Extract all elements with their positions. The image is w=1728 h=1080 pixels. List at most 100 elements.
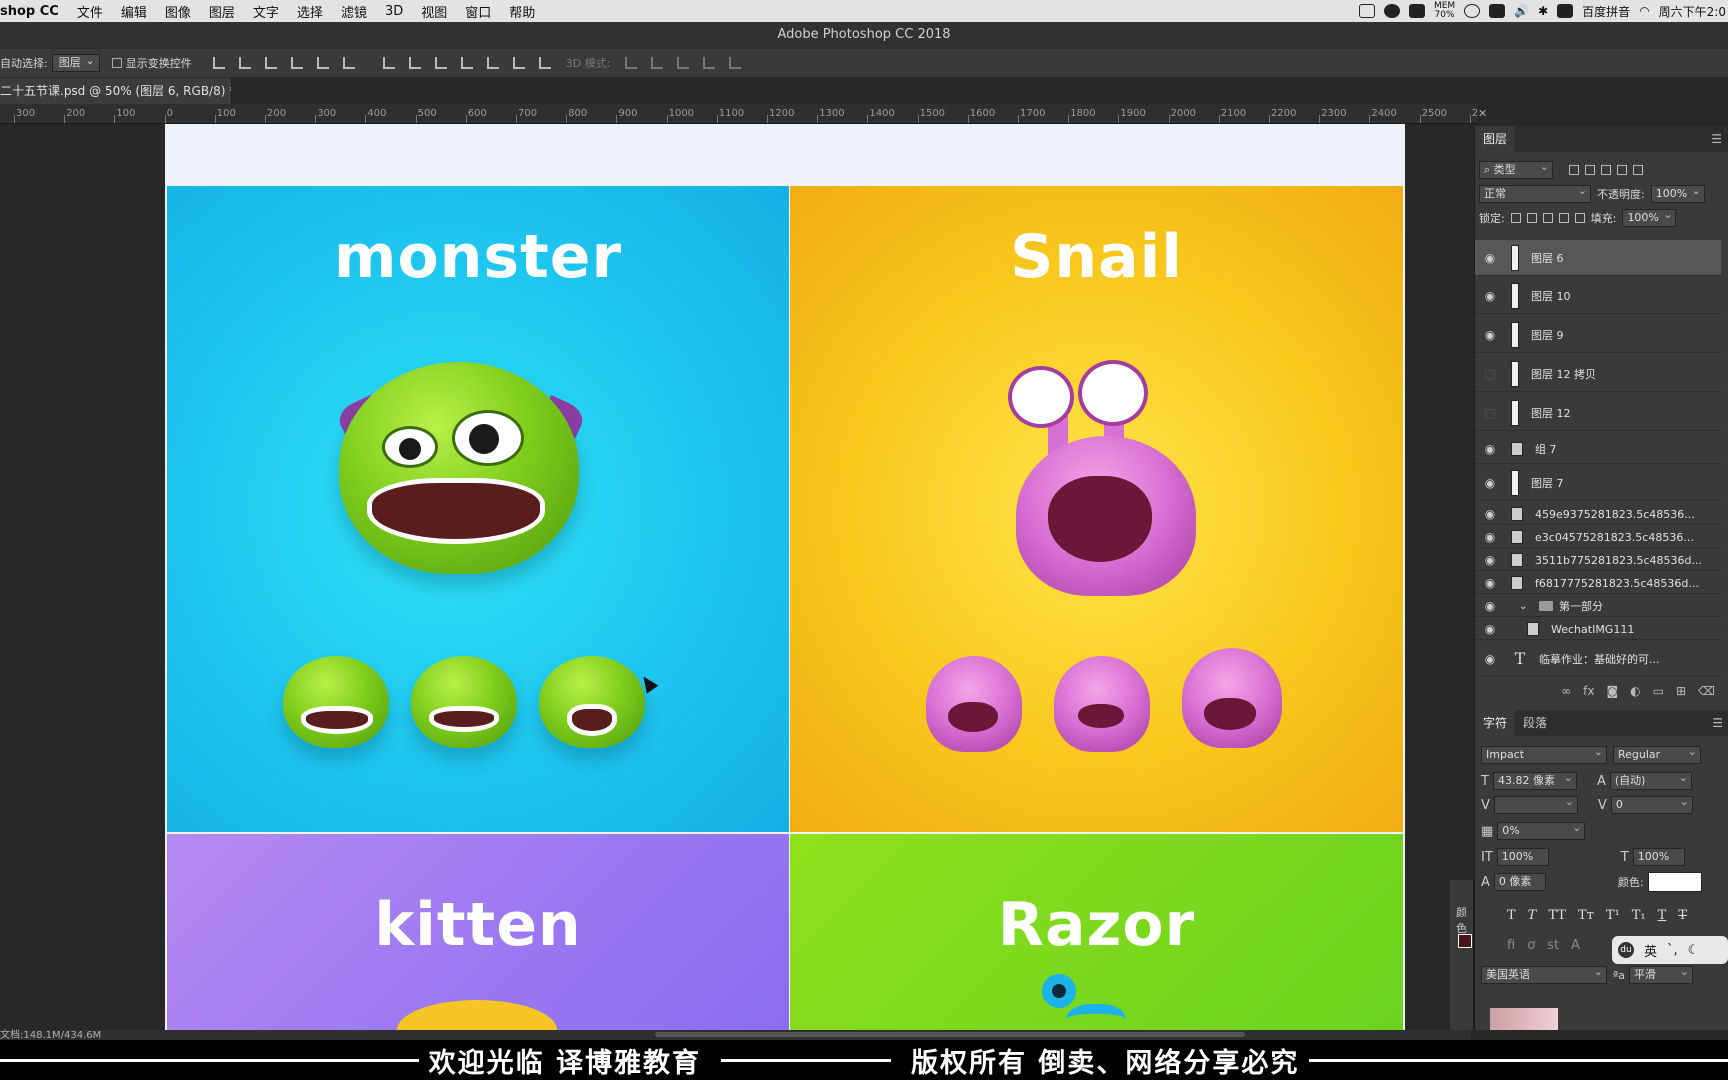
horizontal-scale-input[interactable]: 100% (1632, 848, 1685, 866)
fx-icon[interactable]: fx (1583, 684, 1594, 698)
menu-view[interactable]: 视图 (421, 2, 447, 21)
bluetooth-icon[interactable]: ✱ (1538, 4, 1548, 18)
link-icon[interactable]: ∞ (1561, 684, 1571, 698)
visibility-eye-icon[interactable]: ◉ (1475, 622, 1505, 636)
discretionary-lig-button[interactable]: ơ (1527, 938, 1535, 953)
filter-pixel-icon[interactable] (1569, 165, 1579, 175)
baseline-shift-input[interactable]: 0 像素 (1493, 873, 1546, 891)
menu-filter[interactable]: 滤镜 (341, 2, 367, 21)
document-canvas[interactable]: monster Snail kitten Razor (165, 124, 1405, 1030)
panel-menu-icon[interactable]: ☰ (1712, 716, 1723, 730)
lock-artboard-icon[interactable] (1558, 213, 1569, 223)
kerning-input[interactable] (1493, 794, 1578, 814)
font-style-dropdown[interactable]: Regular (1613, 744, 1701, 764)
layer-filter-dropdown[interactable]: ⌕ 类型 (1479, 159, 1553, 179)
creative-cloud-icon[interactable] (1464, 4, 1481, 18)
all-caps-button[interactable]: TT (1548, 908, 1566, 923)
new-layer-icon[interactable]: ⊞ (1676, 684, 1686, 698)
menu-image[interactable]: 图像 (165, 2, 191, 21)
layer-row[interactable]: ◉ 图层 9 (1475, 317, 1721, 353)
visibility-eye-icon[interactable]: ◉ (1475, 442, 1505, 456)
text-layer-row[interactable]: ◉ T 临摹作业：基础好的可... (1475, 642, 1721, 676)
distribute-top-icon[interactable] (382, 57, 395, 69)
distribute-vcenter-icon[interactable] (408, 57, 421, 69)
antialias-dropdown[interactable]: 平滑 (1628, 964, 1693, 984)
layer-row[interactable]: ◉ 459e9375281823.5c48536... (1475, 504, 1721, 525)
opacity-input[interactable]: 100% (1650, 183, 1705, 203)
group-row[interactable]: ◉ ⌄ 第一部分 (1475, 596, 1721, 617)
stylistic-alt-button[interactable]: A (1571, 938, 1580, 953)
align-top-icon[interactable] (212, 57, 225, 69)
menu-file[interactable]: 文件 (77, 2, 103, 21)
faux-bold-button[interactable]: T (1507, 908, 1516, 923)
filter-adjust-icon[interactable] (1585, 165, 1595, 175)
font-size-input[interactable]: 43.82 像素 (1492, 770, 1577, 790)
close-icon[interactable]: ✕ (1478, 104, 1490, 124)
layer-row[interactable]: ◉ 3511b775281823.5c48536d... (1475, 550, 1721, 571)
layer-row[interactable]: ◉ e3c04575281823.5c48536... (1475, 527, 1721, 548)
menu-edit[interactable]: 编辑 (121, 2, 147, 21)
underline-button[interactable]: T (1658, 908, 1667, 923)
adjustment-icon[interactable]: ◐ (1630, 684, 1640, 698)
align-right-icon[interactable] (342, 57, 355, 69)
fill-input[interactable]: 100% (1622, 207, 1677, 227)
cloud-sync-icon[interactable] (1383, 4, 1400, 18)
faux-italic-button[interactable]: T (1528, 908, 1537, 923)
lock-transparent-icon[interactable] (1510, 213, 1521, 223)
memory-monitor[interactable]: MEM 70% (1434, 2, 1455, 20)
show-transform-checkbox[interactable] (111, 58, 122, 68)
align-left-icon[interactable] (290, 57, 303, 69)
visibility-eye-icon[interactable]: ◉ (1475, 576, 1505, 590)
3d-roll-icon[interactable] (651, 57, 664, 69)
note-icon[interactable] (1489, 4, 1506, 18)
color-panel-collapsed[interactable]: 颜色 (1450, 880, 1474, 1030)
visibility-eye-icon[interactable]: ◉ (1475, 599, 1505, 613)
wifi-icon[interactable]: ◠ (1639, 4, 1649, 18)
layer-row[interactable]: ◉ f6817775281823.5c48536d... (1475, 573, 1721, 594)
visibility-eye-icon[interactable]: ◉ (1475, 328, 1505, 342)
clock[interactable]: 周六下午2:0 (1659, 3, 1726, 20)
align-bottom-icon[interactable] (264, 57, 277, 69)
visibility-eye-icon[interactable]: ◉ (1475, 476, 1505, 490)
input-method-label[interactable]: 百度拼音 (1582, 3, 1630, 20)
distribute-right-icon[interactable] (512, 57, 525, 69)
distribute-bottom-icon[interactable] (434, 57, 447, 69)
horizontal-scrollbar[interactable] (0, 1030, 1470, 1040)
align-hcenter-icon[interactable] (316, 57, 329, 69)
tsume-input[interactable]: 0% (1497, 820, 1586, 840)
superscript-button[interactable]: T¹ (1606, 908, 1620, 923)
panel-menu-icon[interactable]: ☰ (1711, 132, 1722, 146)
visibility-eye-icon[interactable]: ◉ (1475, 251, 1505, 265)
trash-icon[interactable]: ⌫ (1698, 684, 1715, 698)
layer-row[interactable]: ◉ WechatIMG111 (1475, 619, 1721, 640)
ligature-button[interactable]: fi (1507, 938, 1515, 953)
menu-select[interactable]: 选择 (297, 2, 323, 21)
text-color-swatch[interactable] (1647, 872, 1702, 892)
3d-rotate-icon[interactable] (625, 57, 638, 69)
menu-3d[interactable]: 3D (385, 4, 403, 19)
filter-type-icon[interactable] (1601, 165, 1611, 175)
visibility-eye-icon[interactable]: ◉ (1475, 507, 1505, 521)
mask-icon[interactable]: ◙ (1606, 684, 1618, 698)
blend-mode-dropdown[interactable]: 正常 (1479, 183, 1591, 203)
scrollbar-thumb[interactable] (655, 1032, 1245, 1037)
distribute-hcenter-icon[interactable] (486, 57, 499, 69)
menu-type[interactable]: 文字 (253, 2, 279, 21)
app-tray-icon[interactable] (1408, 4, 1425, 18)
lock-paint-icon[interactable] (1526, 213, 1537, 223)
small-caps-button[interactable]: Tт (1578, 908, 1594, 923)
new-group-icon[interactable]: ▭ (1653, 684, 1664, 698)
lock-all-icon[interactable] (1574, 213, 1585, 223)
strikethrough-button[interactable]: T (1678, 908, 1687, 923)
language-dropdown[interactable]: 美国英语 (1481, 964, 1607, 984)
leading-input[interactable]: (自动) (1609, 770, 1692, 790)
vertical-scale-input[interactable]: 100% (1496, 848, 1549, 866)
swash-button[interactable]: st (1547, 938, 1559, 953)
ime-mode-label[interactable]: 英 (1644, 941, 1657, 960)
align-vcenter-icon[interactable] (238, 57, 251, 69)
tab-paragraph[interactable]: 段落 (1515, 710, 1555, 736)
group-expand-icon[interactable]: ⌄ (1519, 601, 1539, 612)
3d-pan-icon[interactable] (677, 57, 690, 69)
tab-character[interactable]: 字符 (1475, 710, 1516, 736)
ime-moon-icon[interactable]: ☾ (1688, 943, 1700, 958)
